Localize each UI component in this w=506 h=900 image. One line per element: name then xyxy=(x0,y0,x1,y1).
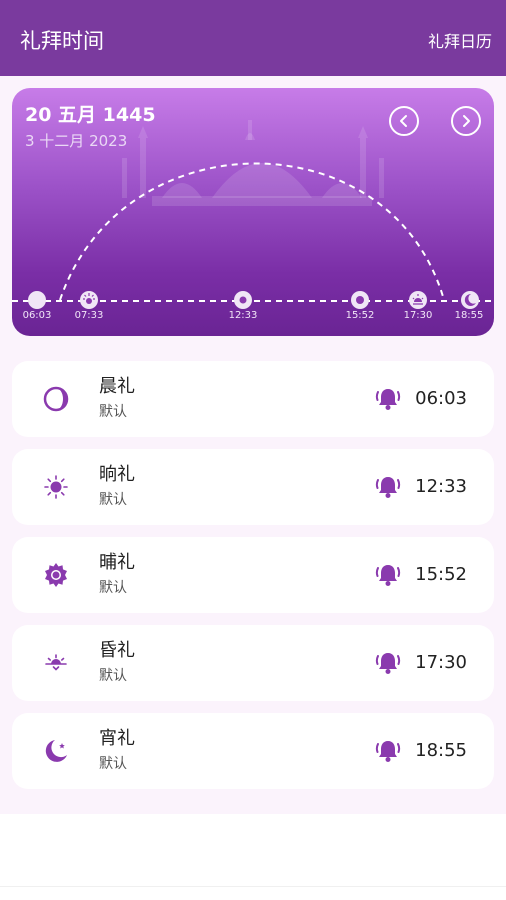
timeline-marker-sun-icon xyxy=(234,291,252,309)
timeline-marker-sun-icon-2 xyxy=(351,291,369,309)
sun-icon xyxy=(44,475,68,499)
prayer-row-maghrib[interactable]: 昏礼 默认 17:30 xyxy=(12,625,494,701)
timeline-label: 06:03 xyxy=(22,310,52,321)
sun-badge-icon xyxy=(45,563,67,587)
chevron-left-icon xyxy=(400,115,407,127)
alarm-bell-icon[interactable] xyxy=(374,561,402,589)
prayer-timeline-card: 20 五月 1445 3 十二月 2023 06:03 07:33 12:33 … xyxy=(12,88,494,336)
timeline-marker-sunrise-icon xyxy=(80,291,98,309)
crescent-star-icon xyxy=(45,740,67,762)
alarm-bell-icon[interactable] xyxy=(374,649,402,677)
prayer-name: 晡礼 xyxy=(99,552,135,573)
next-day-button[interactable] xyxy=(451,106,481,136)
prayer-time: 06:03 xyxy=(415,388,467,409)
timeline-marker-moon-icon-2 xyxy=(461,291,479,309)
sunset-icon xyxy=(45,654,67,671)
timeline-label: 07:33 xyxy=(74,310,104,321)
timeline-label: 17:30 xyxy=(403,310,433,321)
divider xyxy=(0,886,506,887)
prayer-time: 15:52 xyxy=(415,564,467,585)
timeline-label: 15:52 xyxy=(345,310,375,321)
prayer-row-dhuhr[interactable]: 晌礼 默认 12:33 xyxy=(12,449,494,525)
alarm-bell-icon[interactable] xyxy=(374,473,402,501)
alarm-bell-icon[interactable] xyxy=(374,737,402,765)
prayer-setting: 默认 xyxy=(99,668,127,684)
page-title: 礼拜时间 xyxy=(20,29,104,53)
main-content: 20 五月 1445 3 十二月 2023 06:03 07:33 12:33 … xyxy=(0,76,506,814)
prayer-row-isha[interactable]: 宵礼 默认 18:55 xyxy=(12,713,494,789)
timeline-marker-moon-icon xyxy=(28,291,46,309)
alarm-bell-icon[interactable] xyxy=(374,385,402,413)
timeline-label: 12:33 xyxy=(228,310,258,321)
prayer-time: 12:33 xyxy=(415,476,467,497)
prayer-name: 晌礼 xyxy=(99,464,135,485)
prayer-setting: 默认 xyxy=(99,492,127,508)
timeline-marker-sunset-icon xyxy=(409,291,427,309)
previous-day-button[interactable] xyxy=(389,106,419,136)
hijri-date: 20 五月 1445 xyxy=(25,104,156,126)
half-moon-icon xyxy=(43,386,69,412)
prayer-setting: 默认 xyxy=(99,756,127,772)
app-bar: 礼拜时间 礼拜日历 xyxy=(0,0,506,76)
gregorian-date: 3 十二月 2023 xyxy=(25,132,128,150)
prayer-name: 宵礼 xyxy=(99,728,135,749)
prayer-row-fajr[interactable]: 晨礼 默认 06:03 xyxy=(12,361,494,437)
calendar-link[interactable]: 礼拜日历 xyxy=(428,31,492,53)
prayer-time: 17:30 xyxy=(415,652,467,673)
prayer-time: 18:55 xyxy=(415,740,467,761)
timeline-label: 18:55 xyxy=(454,310,484,321)
prayer-row-asr[interactable]: 晡礼 默认 15:52 xyxy=(12,537,494,613)
prayer-name: 昏礼 xyxy=(99,640,135,661)
prayer-name: 晨礼 xyxy=(99,376,135,397)
chevron-right-icon xyxy=(463,115,470,127)
prayer-setting: 默认 xyxy=(99,404,127,420)
prayer-setting: 默认 xyxy=(99,580,127,596)
